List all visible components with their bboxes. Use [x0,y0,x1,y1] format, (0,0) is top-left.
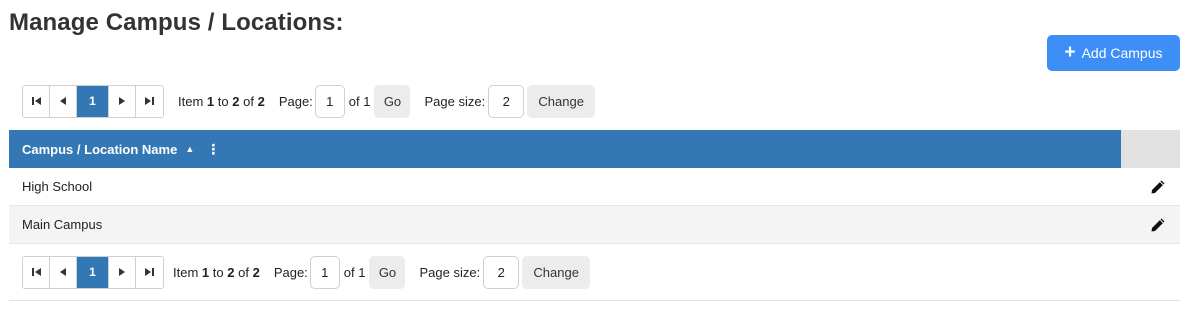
campus-name: High School [22,179,93,194]
grid-header: Campus / Location Name ▲ ⋮ [9,130,1121,168]
table-row: Main Campus [9,206,1180,244]
add-campus-label: Add Campus [1081,45,1163,61]
divider [9,300,1180,301]
item-prefix: Item [173,264,199,280]
page-label: Page: [273,264,308,280]
go-button[interactable]: Go [374,84,411,118]
pager-top: 1 Item 1 to 2 of 2 Page: 1 of 1 Go Page … [22,84,596,118]
pager-bottom: 1 Item 1 to 2 of 2 Page: 1 of 1 Go Page … [22,255,591,289]
table-row: High School [9,168,1180,206]
next-page-icon [119,268,125,276]
sort-ascending-icon[interactable]: ▲ [185,144,194,154]
page-title: Manage Campus / Locations: [9,9,344,36]
of-pages: of 1 [348,93,371,109]
previous-page-icon [60,97,66,105]
pager-item-info: Item 1 to 2 of 2 [178,94,265,109]
last-page-button[interactable] [136,256,163,288]
previous-page-button[interactable] [50,256,77,288]
pager-nav: 1 [22,84,164,118]
page-size-label: Page size: [419,264,481,280]
go-button[interactable]: Go [369,255,406,289]
first-page-icon [31,97,41,105]
first-page-icon [31,268,41,276]
last-page-icon [145,97,154,105]
item-to: 2 [227,264,235,280]
next-page-button[interactable] [109,85,136,117]
edit-icon[interactable] [1150,217,1166,233]
change-button[interactable]: Change [527,84,596,118]
last-page-icon [145,268,154,276]
of-pages: of 1 [343,264,366,280]
pager-item-info: Item 1 to 2 of 2 [173,265,260,280]
page-label: Page: [278,93,313,109]
first-page-button[interactable] [23,256,50,288]
item-from: 1 [206,93,215,109]
pager-nav: 1 [22,255,164,289]
page-size-label: Page size: [424,93,486,109]
plus-icon: + [1064,41,1076,63]
add-campus-button[interactable]: + Add Campus [1047,35,1180,71]
page-number-button[interactable]: 1 [77,256,109,288]
item-to-word: to [217,93,229,109]
column-header-name[interactable]: Campus / Location Name [22,142,177,157]
item-from: 1 [201,264,210,280]
item-of-word: of [238,264,249,280]
item-of-word: of [243,93,254,109]
edit-icon[interactable] [1150,179,1166,195]
item-prefix: Item [178,93,204,109]
first-page-button[interactable] [23,85,50,117]
next-page-icon [119,97,125,105]
previous-page-icon [60,268,66,276]
last-page-button[interactable] [136,85,163,117]
page-input[interactable]: 1 [309,255,340,289]
change-button[interactable]: Change [522,255,591,289]
previous-page-button[interactable] [50,85,77,117]
item-total: 2 [257,93,265,109]
item-to-word: to [212,264,224,280]
page-input[interactable]: 1 [314,84,345,118]
campus-name: Main Campus [22,217,103,232]
item-to: 2 [232,93,240,109]
column-menu-icon[interactable]: ⋮ [206,141,220,158]
item-total: 2 [252,264,260,280]
grid-header-actions [1121,130,1180,168]
page-size-input[interactable]: 2 [488,84,525,118]
next-page-button[interactable] [109,256,136,288]
page-number-button[interactable]: 1 [77,85,109,117]
page-size-input[interactable]: 2 [483,255,520,289]
